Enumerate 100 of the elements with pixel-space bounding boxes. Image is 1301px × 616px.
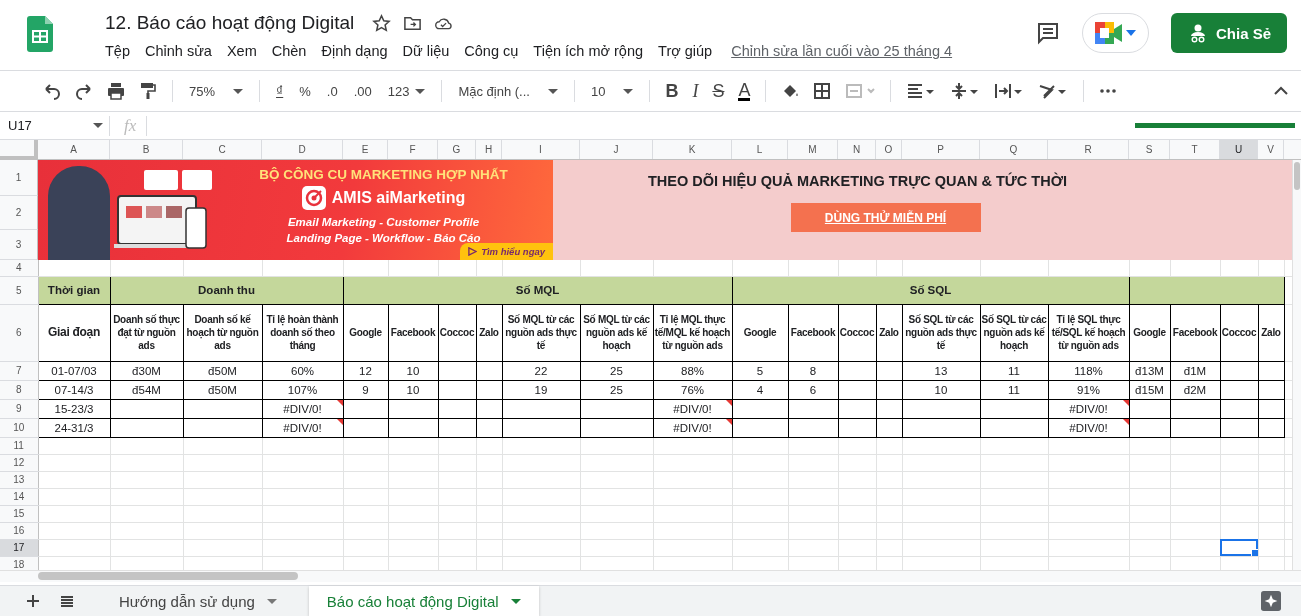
italic-button[interactable]: I — [692, 80, 699, 102]
menu-item[interactable]: Định dạng — [321, 43, 388, 59]
column-letter[interactable]: N — [838, 140, 876, 159]
merge-cells-icon[interactable] — [844, 81, 877, 101]
fill-handle[interactable] — [1250, 548, 1257, 555]
sheet-tab[interactable]: Hướng dẫn sử dụng — [101, 586, 295, 616]
table-cell: 01-07/03 — [38, 361, 110, 380]
column-letter[interactable]: U — [1220, 140, 1258, 159]
row-number[interactable]: 3 — [0, 230, 38, 260]
increase-decimal-button[interactable]: .00 — [353, 83, 372, 99]
undo-icon[interactable] — [42, 81, 62, 101]
menu-item[interactable]: Tiện ích mở rộng — [533, 43, 644, 59]
bold-button[interactable]: B — [665, 80, 679, 102]
column-header-cell: Coccoc — [1220, 304, 1258, 361]
number-format-dropdown[interactable]: 123 — [387, 83, 426, 99]
table-cell: #DIV/0! — [653, 399, 732, 418]
row-number[interactable]: 1 — [0, 160, 38, 196]
percent-format-button[interactable]: % — [299, 83, 311, 99]
document-title[interactable]: 12. Báo cáo hoạt động Digital — [105, 12, 355, 34]
font-size-dropdown[interactable]: 10 — [590, 83, 634, 99]
column-letter[interactable]: S — [1129, 140, 1170, 159]
column-letter[interactable]: B — [110, 140, 183, 159]
horizontal-scrollbar[interactable] — [0, 570, 1301, 582]
table-cell: #DIV/0! — [1048, 399, 1129, 418]
explore-icon[interactable] — [1261, 591, 1281, 611]
text-color-button[interactable]: A — [738, 81, 751, 101]
redo-icon[interactable] — [74, 81, 94, 101]
column-header-cell: Google — [343, 304, 388, 361]
learn-more-button[interactable]: Tìm hiểu ngay — [460, 243, 553, 260]
group-header-cell: Doanh thu — [110, 276, 343, 304]
menu-item[interactable]: Xem — [226, 43, 257, 59]
column-letter[interactable]: P — [902, 140, 980, 159]
column-letter[interactable]: D — [262, 140, 343, 159]
table-cell: 60% — [262, 361, 343, 380]
vertical-scrollbar[interactable] — [1292, 160, 1301, 570]
column-letter[interactable]: J — [580, 140, 653, 159]
column-header-cell: Facebook — [1170, 304, 1220, 361]
column-header-cell: Số MQL từ các nguồn ads kế hoạch — [580, 304, 653, 361]
column-letter[interactable]: K — [653, 140, 732, 159]
column-letter[interactable]: R — [1048, 140, 1129, 159]
table-cell: 4 — [732, 380, 788, 399]
row-number[interactable]: 4 — [0, 260, 38, 276]
column-letter[interactable]: O — [876, 140, 902, 159]
play-icon — [468, 247, 478, 256]
print-icon[interactable] — [106, 81, 126, 101]
zoom-dropdown[interactable]: 75% — [189, 83, 244, 99]
decrease-decimal-button[interactable]: .0 — [326, 83, 338, 99]
name-box[interactable]: U17 — [0, 115, 110, 136]
menu-item[interactable]: Chỉnh sửa — [145, 43, 212, 59]
table-cell: đ2M — [1170, 380, 1220, 399]
column-letter[interactable]: M — [788, 140, 838, 159]
caret-icon — [415, 88, 426, 94]
column-letter[interactable]: I — [502, 140, 580, 159]
menu-item[interactable]: Trợ giúp — [658, 43, 713, 59]
column-letter[interactable]: G — [438, 140, 476, 159]
last-edit-link[interactable]: Chỉnh sửa lần cuối vào 25 tháng 4 — [731, 43, 953, 59]
ad-banner[interactable]: BỘ CÔNG CỤ MARKETING HỢP NHẤT AMIS aiMarketing Email Marketing - Customer Profile Landing Page - Workflow - Báo Cáo Tìm hiểu ngay — [38, 160, 553, 260]
column-letter[interactable]: F — [388, 140, 438, 159]
caret-icon — [266, 598, 277, 604]
row-number[interactable]: 5 — [0, 276, 38, 304]
menu-item[interactable]: Dữ liệu — [402, 43, 450, 59]
table-cell: #DIV/0! — [653, 418, 732, 437]
menu-item[interactable]: Công cụ — [464, 43, 519, 59]
column-header-cell: Tỉ lệ SQL thực tế/SQL kế hoạch từ nguồn ads — [1048, 304, 1129, 361]
column-header-cell: Google — [732, 304, 788, 361]
table-cell: 91% — [1048, 380, 1129, 399]
currency-format-button[interactable]: ₫ — [276, 83, 284, 99]
column-header-cell: Doanh số kế hoạch từ nguồn ads — [183, 304, 262, 361]
group-header-cell: Số MQL — [343, 276, 732, 304]
column-header-cell: Zalo — [876, 304, 902, 361]
column-letter[interactable]: Q — [980, 140, 1048, 159]
column-letter[interactable]: L — [732, 140, 788, 159]
column-header-cell: Số SQL từ các nguồn ads thực tế — [902, 304, 980, 361]
font-dropdown[interactable]: Mặc định (... — [458, 83, 558, 99]
column-letter[interactable]: C — [183, 140, 262, 159]
selected-cell[interactable] — [1220, 539, 1258, 556]
sheets-logo-icon[interactable] — [27, 16, 53, 52]
comment-icon[interactable] — [1035, 21, 1060, 45]
table-cell: 15-23/3 — [38, 399, 110, 418]
row-number[interactable]: 2 — [0, 196, 38, 230]
row-number[interactable]: 6 — [0, 304, 38, 361]
sheet-tab[interactable]: Báo cáo hoạt động Digital — [308, 586, 539, 616]
strikethrough-button[interactable]: S — [712, 80, 725, 102]
column-header-cell: Google — [1129, 304, 1170, 361]
column-letter[interactable]: V — [1258, 140, 1284, 159]
star-icon[interactable] — [372, 13, 392, 33]
group-header-cell: Thời gian — [38, 276, 110, 304]
table-cell: 11 — [980, 380, 1048, 399]
column-letter[interactable]: A — [38, 140, 110, 159]
menu-icon[interactable] — [59, 593, 75, 609]
borders-icon[interactable] — [812, 81, 833, 101]
table-cell: đ15M — [1129, 380, 1170, 399]
column-letter[interactable]: H — [476, 140, 502, 159]
column-letter[interactable]: E — [343, 140, 388, 159]
menu-item[interactable]: Tệp — [105, 43, 130, 59]
paint-format-icon[interactable] — [138, 81, 158, 101]
share-button[interactable]: Chia Sẻ — [1170, 13, 1287, 53]
menu-item[interactable]: Chèn — [271, 43, 307, 59]
add-sheet-icon[interactable] — [25, 593, 41, 609]
meet-button[interactable] — [1081, 13, 1149, 53]
